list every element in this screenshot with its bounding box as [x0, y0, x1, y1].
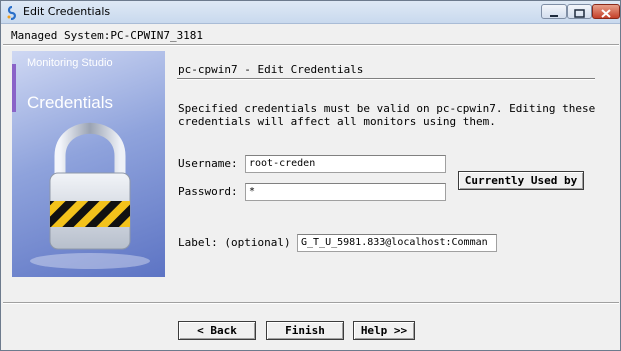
window-title: Edit Credentials: [23, 5, 111, 18]
minimize-button[interactable]: [541, 4, 567, 19]
page-title: pc-cpwin7 - Edit Credentials: [178, 63, 364, 76]
help-button[interactable]: Help >>: [353, 321, 415, 340]
username-input[interactable]: root-creden: [245, 155, 446, 173]
currently-used-by-button[interactable]: Currently Used by: [458, 171, 584, 190]
title-divider: [177, 78, 595, 80]
close-button[interactable]: [592, 4, 620, 19]
username-label: Username:: [178, 157, 238, 170]
finish-button[interactable]: Finish: [266, 321, 344, 340]
title-bar[interactable]: Edit Credentials: [1, 1, 620, 24]
app-icon: [6, 5, 18, 21]
label-field-label: Label: (optional): [178, 236, 291, 249]
close-icon: [601, 9, 611, 18]
label-input[interactable]: G_T_U_5981.833@localhost:Comman: [297, 234, 497, 252]
back-button[interactable]: < Back: [178, 321, 256, 340]
footer-divider: [3, 302, 619, 304]
edit-credentials-window: Edit Credentials Managed System:PC-CPWIN…: [0, 0, 621, 351]
maximize-button[interactable]: [567, 4, 592, 19]
minimize-icon: [550, 15, 558, 17]
description-text: Specified credentials must be valid on p…: [178, 102, 596, 128]
password-label: Password:: [178, 185, 238, 198]
maximize-icon: [574, 9, 585, 18]
managed-system-label: Managed System:PC-CPWIN7_3181: [11, 29, 204, 42]
padlock-icon: [30, 122, 150, 269]
credentials-banner: Monitoring Studio Credentials: [12, 51, 165, 277]
header-divider: [3, 44, 619, 46]
password-input[interactable]: *: [245, 183, 446, 201]
